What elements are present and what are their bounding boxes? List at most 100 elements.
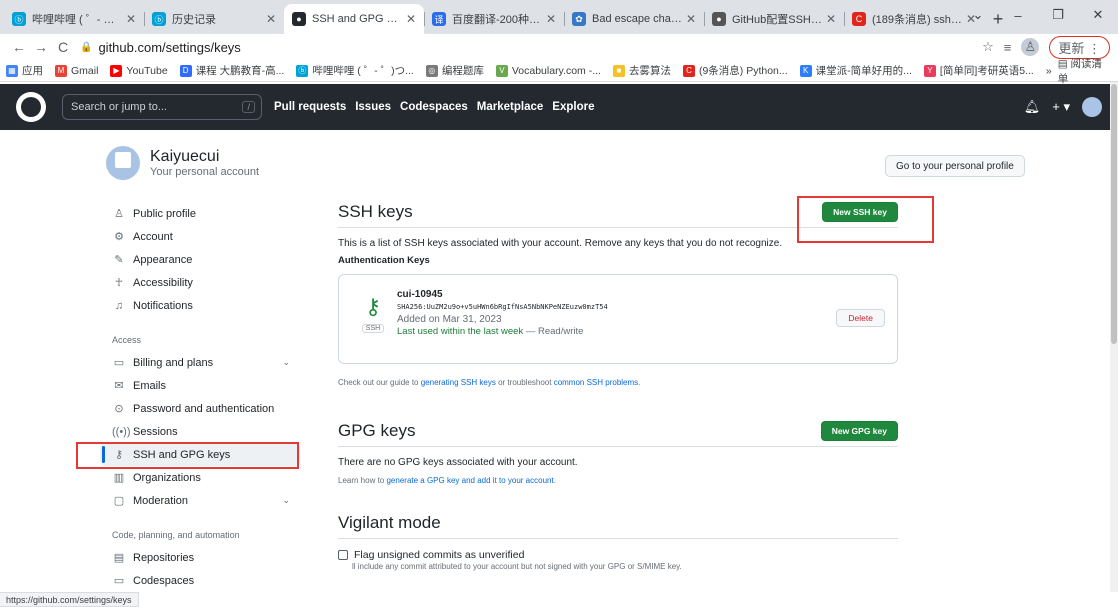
bookmark-item[interactable]: ▶ YouTube [110,64,168,77]
browser-tab[interactable]: 译百度翻译-200种语言 ✕ [424,4,564,34]
user-avatar-menu[interactable] [1082,97,1102,117]
generating-ssh-keys-link[interactable]: generating SSH keys [421,378,496,387]
tab-favicon-icon: ● [292,12,306,26]
tab-close-icon[interactable]: ✕ [826,12,836,26]
key-title: cui-10945 [397,289,443,300]
go-to-profile-button[interactable]: Go to your personal profile [885,155,1025,177]
ssh-keys-title: SSH keys [338,201,413,221]
sidebar-item-account[interactable]: ⚙ Account [100,225,300,248]
auth-keys-heading: Authentication Keys [338,255,430,266]
bookmark-item[interactable]: ⓑ 哔哩哔哩 ( ゜- ゜)つ... [296,63,414,78]
nav-pull-requests[interactable]: Pull requests [274,101,346,113]
sidebar-item-billing-and-plans[interactable]: ▭ Billing and plans ⌄ [100,351,300,374]
sidebar-item-emails[interactable]: ✉ Emails [100,374,300,397]
common-ssh-problems-link[interactable]: common SSH problems [554,378,638,387]
credit-card-icon: ▭ [113,357,125,369]
browser-tab[interactable]: ⓑ 哔哩哔哩 ( ゜- ゜)つロ ✕ [4,4,144,34]
reading-list-icon[interactable]: ≡ [1004,40,1012,55]
generate-gpg-key-link[interactable]: generate a GPG key and add it to your ac… [386,476,553,485]
tab-close-icon[interactable]: ✕ [126,12,136,26]
codespaces-icon: ▭ [113,575,125,587]
sidebar-item-codespaces[interactable]: ▭ Codespaces [100,569,300,592]
sidebar-item-label: Appearance [133,253,193,266]
github-logo-icon[interactable] [16,92,46,122]
lock-icon[interactable]: 🔒 [80,42,92,53]
reading-list-button[interactable]: ▤ 阅读清单 [1058,56,1112,86]
vigilant-checkbox[interactable] [338,550,348,560]
tab-close-icon[interactable]: ✕ [546,12,556,26]
bookmark-item[interactable]: K 课堂派-简单好用的... [799,63,912,78]
sidebar-item-label: Billing and plans [133,356,214,369]
chevron-down-icon[interactable]: ⌄ [282,357,290,368]
ssh-label: SSH [361,324,385,333]
bookmark-favicon-icon: C [682,64,695,77]
create-new-icon[interactable]: + ▾ [1052,99,1070,115]
more-bookmarks-icon[interactable]: » [1046,65,1052,77]
sidebar-item-organizations[interactable]: ▥ Organizations [100,466,300,489]
nav-explore[interactable]: Explore [552,101,594,113]
vigilant-mode-title: Vigilant mode [338,512,441,532]
gpg-keys-header: GPG keys New GPG key [338,419,898,447]
avatar [106,146,140,180]
browser-tab[interactable]: ● SSH and GPG keys ✕ [284,4,424,34]
close-window-icon[interactable]: ✕ [1078,0,1118,30]
main-content: SSH keys New SSH key This is a list of S… [338,200,898,571]
url-input[interactable]: 🔒 github.com/settings/keys [80,36,982,58]
bookmark-item[interactable]: C (9条消息) Python... [682,63,788,78]
bookmark-item[interactable]: D 课程 大鹏教育-高... [179,63,284,78]
chevron-down-icon[interactable]: ⌄ [282,495,290,506]
broadcast-icon: ((•)) [112,425,131,438]
sidebar-item-accessibility[interactable]: ☥ Accessibility [100,271,300,294]
back-icon[interactable]: ← [8,39,30,55]
sidebar-item-repositories[interactable]: ▤ Repositories [100,546,300,569]
sidebar-item-password-and-authentication[interactable]: ⊙ Password and authentication [100,397,300,420]
sidebar-item-label: Codespaces [133,574,195,587]
tab-close-icon[interactable]: ✕ [406,12,416,26]
sidebar-item-moderation[interactable]: ▢ Moderation ⌄ [100,489,300,512]
browser-tab[interactable]: ✿ Bad escape characte ✕ [564,4,704,34]
browser-tab[interactable]: ⓑ 历史记录 ✕ [144,4,284,34]
user-name: Kaiyuecui [150,148,220,165]
search-input[interactable]: Search or jump to... / [62,94,262,120]
tab-favicon-icon: 译 [432,12,446,26]
bookmark-favicon-icon: V [495,64,508,77]
profile-icon[interactable]: ♙ [1021,38,1040,56]
mail-icon: ✉ [114,380,124,392]
nav-issues[interactable]: Issues [355,101,391,113]
account-type: Your personal account [150,166,260,178]
forward-icon[interactable]: → [30,39,52,55]
sidebar-item-label: Emails [133,379,167,392]
bookmark-favicon-icon: D [179,64,192,77]
tab-close-icon[interactable]: ✕ [266,12,276,26]
global-nav: Pull requests Issues Codespaces Marketplace… [274,101,594,113]
bookmark-star-icon[interactable]: ☆ [982,39,994,55]
bookmark-item[interactable]: M Gmail [55,64,98,77]
bookmark-favicon-icon: K [799,64,812,77]
notifications-icon[interactable]: 🔔︎ [1024,99,1041,115]
tab-favicon-icon: ⓑ [152,12,166,26]
bookmark-item[interactable]: ▦ 应用 [6,63,43,78]
nav-marketplace[interactable]: Marketplace [477,101,543,113]
bookmark-item[interactable]: ◎ 编程题库 [425,63,484,78]
new-gpg-key-button[interactable]: New GPG key [820,420,898,441]
bookmark-item[interactable]: V Vocabulary.com -... [495,64,601,77]
browser-tab[interactable]: ● GitHub配置SSH key ✕ [704,4,844,34]
sidebar-item-label: Account [133,230,173,243]
sidebar-item-appearance[interactable]: ✎ Appearance [100,248,300,271]
maximize-icon[interactable]: ❐ [1038,0,1078,30]
nav-codespaces[interactable]: Codespaces [400,101,468,113]
reload-icon[interactable]: C [52,39,74,55]
sidebar-item-notifications[interactable]: ♫ Notifications [100,294,300,317]
delete-key-button[interactable]: Delete [836,309,885,327]
minimize-icon[interactable]: – [998,0,1038,30]
bookmark-item[interactable]: Y [简单同]考研英语5... [923,63,1034,78]
tab-close-icon[interactable]: ✕ [686,12,696,26]
sidebar-item-sessions[interactable]: ((•)) Sessions [100,420,300,443]
repo-icon: ▤ [113,552,125,564]
sidebar-item-public-profile[interactable]: ♙ Public profile [100,202,300,225]
tab-search-icon[interactable]: ⌄ [958,0,998,30]
scrollbar-thumb[interactable] [1111,84,1117,344]
bookmark-item[interactable]: ■ 去雾算法 [612,63,671,78]
page-scrollbar[interactable] [1110,82,1118,592]
sidebar-item-label: Accessibility [133,276,193,289]
